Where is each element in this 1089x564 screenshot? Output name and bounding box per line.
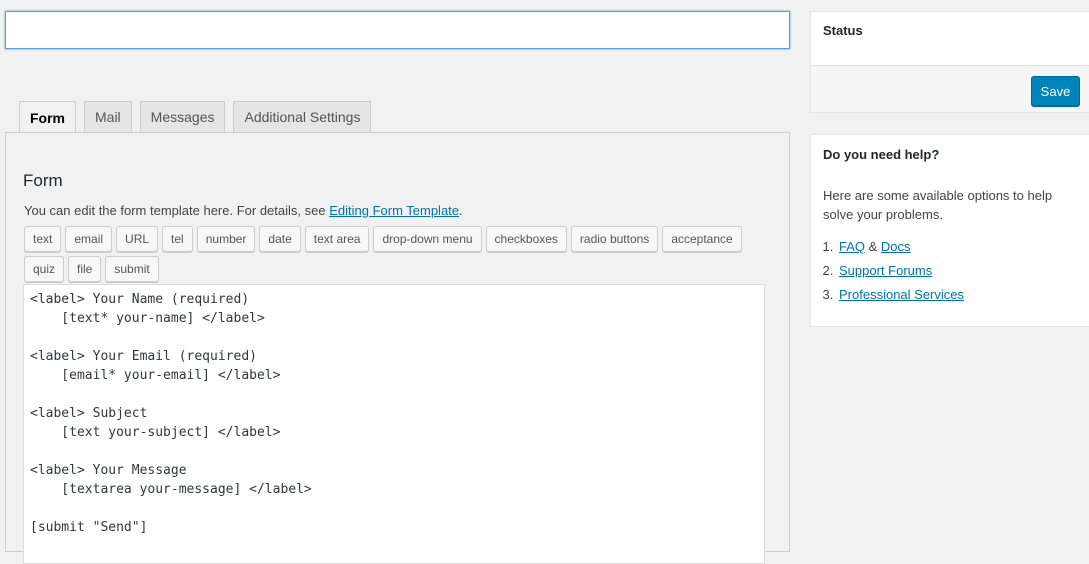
tab-mail[interactable]: Mail <box>84 101 132 132</box>
description-text: You can edit the form template here. For… <box>24 203 330 218</box>
tag-button-url[interactable]: URL <box>116 226 159 252</box>
editing-form-template-link[interactable]: Editing Form Template <box>329 203 459 218</box>
tag-button-email[interactable]: email <box>65 226 113 252</box>
list-item: Professional Services <box>837 283 964 307</box>
status-box: Status Save <box>810 11 1089 113</box>
help-title: Do you need help? <box>823 147 940 162</box>
ampersand: & <box>865 239 881 254</box>
form-title-input[interactable] <box>5 11 790 49</box>
status-actions: Save <box>811 65 1089 112</box>
save-button[interactable]: Save <box>1031 76 1080 106</box>
tag-button-number[interactable]: number <box>196 226 256 252</box>
panel-title: Form <box>23 171 63 190</box>
tag-generator-buttons: text email URL tel number date text area… <box>24 226 764 282</box>
description-end: . <box>459 203 463 218</box>
help-text: Here are some available options to help … <box>823 188 1053 222</box>
tab-additional-settings[interactable]: Additional Settings <box>233 101 372 132</box>
tag-button-radio[interactable]: radio buttons <box>570 226 659 252</box>
status-title: Status <box>823 23 863 38</box>
form-panel: Form You can edit the form template here… <box>5 132 790 564</box>
list-item: FAQ & Docs <box>837 235 964 259</box>
tab-form[interactable]: Form <box>19 101 76 133</box>
professional-services-link[interactable]: Professional Services <box>839 287 964 302</box>
faq-link[interactable]: FAQ <box>839 239 865 254</box>
tag-button-file[interactable]: file <box>68 256 102 282</box>
list-item: Support Forums <box>837 259 964 283</box>
tag-button-date[interactable]: date <box>259 226 301 252</box>
tag-button-checkboxes[interactable]: checkboxes <box>485 226 567 252</box>
tag-button-textarea[interactable]: text area <box>304 226 370 252</box>
tag-button-quiz[interactable]: quiz <box>24 256 65 282</box>
tag-button-tel[interactable]: tel <box>162 226 193 252</box>
docs-link[interactable]: Docs <box>881 239 911 254</box>
form-template-editor[interactable]: <label> Your Name (required) [text* your… <box>23 284 765 564</box>
help-options-list: FAQ & Docs Support Forums Professional S… <box>823 235 964 307</box>
help-box: Do you need help? Here are some availabl… <box>810 134 1089 327</box>
tag-button-acceptance[interactable]: acceptance <box>662 226 742 252</box>
panel-description: You can edit the form template here. For… <box>24 203 463 218</box>
tag-button-submit[interactable]: submit <box>105 256 159 282</box>
editor-tabs: Form Mail Messages Additional Settings <box>19 101 379 133</box>
tag-button-text[interactable]: text <box>24 226 62 252</box>
support-forums-link[interactable]: Support Forums <box>839 263 932 278</box>
tag-button-dropdown[interactable]: drop-down menu <box>373 226 482 252</box>
tab-messages[interactable]: Messages <box>139 101 226 132</box>
